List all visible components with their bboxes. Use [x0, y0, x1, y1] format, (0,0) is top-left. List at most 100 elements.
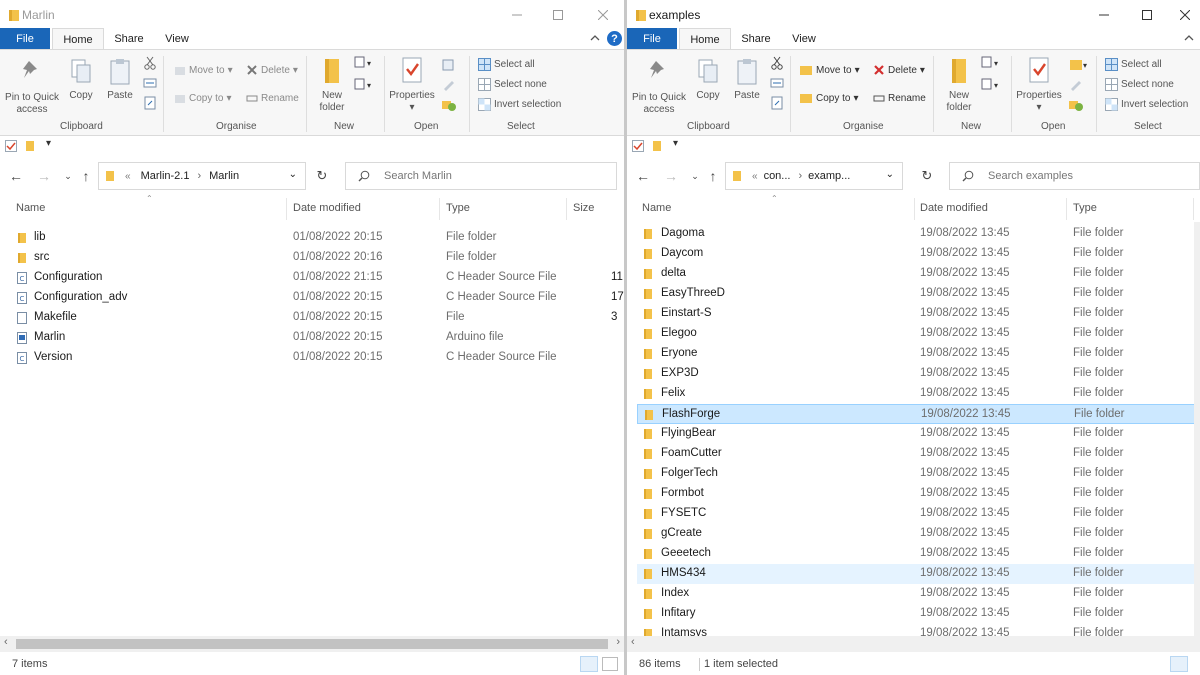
file-row[interactable]: EXP3D 19/08/2022 13:45 File folder	[637, 364, 1197, 384]
details-view-icon[interactable]	[580, 656, 598, 672]
file-row[interactable]: FoamCutter 19/08/2022 13:45 File folder	[637, 444, 1197, 464]
column-date-modified[interactable]: Date modified	[293, 202, 361, 214]
chevron-down-icon[interactable]: ⌄	[289, 169, 297, 180]
file-row[interactable]: C Configuration_adv 01/08/2022 20:15 C Head…	[0, 288, 624, 308]
chevron-up-icon[interactable]	[590, 33, 600, 43]
file-row[interactable]: gCreate 19/08/2022 13:45 File folder	[637, 524, 1197, 544]
recent-locations-icon[interactable]: ⌄	[687, 169, 703, 183]
scroll-left-icon[interactable]: ‹	[631, 636, 635, 648]
tab-file[interactable]: File	[627, 28, 677, 50]
breadcrumb-marlin-2-1[interactable]: Marlin-2.1	[141, 170, 190, 182]
copy-path-icon[interactable]	[143, 77, 157, 89]
rename-button[interactable]: Rename	[873, 92, 926, 104]
tab-share[interactable]: Share	[106, 28, 152, 50]
column-type[interactable]: Type	[1073, 202, 1097, 214]
pin-to-quick-access-button[interactable]: Pin to Quick access	[4, 58, 60, 116]
file-row[interactable]: src 01/08/2022 20:16 File folder	[0, 248, 624, 268]
history-icon[interactable]	[1068, 98, 1084, 112]
file-row[interactable]: FolgerTech 19/08/2022 13:45 File folder	[637, 464, 1197, 484]
file-row[interactable]: Intamsys 19/08/2022 13:45 File folder	[637, 624, 1197, 636]
chevron-up-icon[interactable]	[1184, 33, 1194, 43]
help-icon[interactable]: ?	[607, 31, 622, 46]
vertical-scrollbar[interactable]	[1194, 222, 1200, 636]
file-row[interactable]: Einstart-S 19/08/2022 13:45 File folder	[637, 304, 1197, 324]
pin-to-quick-access-button[interactable]: Pin to Quick access	[631, 58, 687, 116]
breadcrumb-examples[interactable]: examp...	[808, 170, 850, 182]
history-icon[interactable]	[441, 98, 457, 112]
copy-path-icon[interactable]	[770, 77, 784, 89]
tab-view[interactable]: View	[154, 28, 200, 50]
close-button[interactable]	[1168, 4, 1200, 26]
new-folder-small-icon[interactable]	[25, 140, 35, 152]
copy-button[interactable]: Copy	[64, 58, 98, 102]
address-overflow[interactable]: «	[125, 171, 131, 182]
file-row[interactable]: Index 19/08/2022 13:45 File folder	[637, 584, 1197, 604]
column-size[interactable]: Size	[573, 202, 594, 214]
scroll-right-icon[interactable]: ›	[616, 636, 620, 648]
file-row[interactable]: C Version 01/08/2022 20:15 C Header Source …	[0, 348, 624, 368]
refresh-icon[interactable]: ↻	[919, 168, 935, 183]
file-row[interactable]: Geeetech 19/08/2022 13:45 File folder	[637, 544, 1197, 564]
file-row[interactable]: Marlin 01/08/2022 20:15 Arduino file	[0, 328, 624, 348]
column-name[interactable]: Name	[642, 202, 671, 214]
file-row[interactable]: delta 19/08/2022 13:45 File folder	[637, 264, 1197, 284]
details-view-icon[interactable]	[1170, 656, 1188, 672]
properties-small-icon[interactable]	[632, 140, 644, 152]
copy-to-button[interactable]: Copy to ▾	[799, 92, 859, 104]
close-button[interactable]	[586, 4, 620, 26]
back-arrow-icon[interactable]: ←	[8, 168, 24, 184]
back-arrow-icon[interactable]: ←	[635, 168, 651, 184]
new-folder-button[interactable]: New folder	[941, 56, 977, 114]
file-row[interactable]: Makefile 01/08/2022 20:15 File 3	[0, 308, 624, 328]
delete-button[interactable]: Delete ▾	[246, 64, 298, 76]
open-icon[interactable]: ▾	[1068, 58, 1090, 72]
scrollbar-thumb[interactable]	[16, 639, 608, 649]
maximize-button[interactable]	[541, 4, 575, 26]
file-row[interactable]: Felix 19/08/2022 13:45 File folder	[637, 384, 1197, 404]
customize-toolbar-icon[interactable]: ▾	[46, 138, 51, 149]
open-icon[interactable]	[441, 58, 457, 72]
delete-button[interactable]: Delete ▾	[873, 64, 925, 76]
edit-icon[interactable]	[441, 78, 457, 92]
chevron-down-icon[interactable]: ⌄	[886, 169, 894, 180]
refresh-icon[interactable]: ↻	[314, 168, 330, 183]
file-row[interactable]: lib 01/08/2022 20:15 File folder	[0, 228, 624, 248]
breadcrumb-marlin[interactable]: Marlin	[209, 170, 239, 182]
file-row[interactable]: HMS434 19/08/2022 13:45 File folder	[637, 564, 1197, 584]
cut-icon[interactable]	[143, 56, 157, 70]
forward-arrow-icon[interactable]: →	[36, 168, 52, 184]
horizontal-scrollbar[interactable]: ‹	[627, 636, 1200, 652]
scroll-left-icon[interactable]: ‹	[4, 636, 8, 648]
column-name[interactable]: Name	[16, 202, 45, 214]
column-date-modified[interactable]: Date modified	[920, 202, 988, 214]
search-input[interactable]: Search examples	[949, 162, 1200, 190]
move-to-button[interactable]: Move to ▾	[174, 64, 233, 76]
properties-small-icon[interactable]	[5, 140, 17, 152]
horizontal-scrollbar[interactable]: ‹ ›	[0, 636, 624, 652]
forward-arrow-icon[interactable]: →	[663, 168, 679, 184]
file-row[interactable]: FlyingBear 19/08/2022 13:45 File folder	[637, 424, 1197, 444]
minimize-button[interactable]	[1087, 4, 1121, 26]
file-row[interactable]: EasyThreeD 19/08/2022 13:45 File folder	[637, 284, 1197, 304]
address-bar[interactable]: « Marlin-2.1 › Marlin ⌄	[98, 162, 306, 190]
file-row[interactable]: FlashForge 19/08/2022 13:45 File folder	[637, 404, 1197, 424]
minimize-button[interactable]	[500, 4, 534, 26]
address-bar[interactable]: « con... › examp... ⌄	[725, 162, 903, 190]
search-input[interactable]: Search Marlin	[345, 162, 617, 190]
address-overflow[interactable]: «	[752, 171, 758, 182]
column-type[interactable]: Type	[446, 202, 470, 214]
select-all-button[interactable]: Select all	[478, 58, 535, 71]
select-none-button[interactable]: Select none	[478, 78, 547, 91]
tab-home[interactable]: Home	[52, 28, 104, 50]
file-row[interactable]: Elegoo 19/08/2022 13:45 File folder	[637, 324, 1197, 344]
easy-access-icon[interactable]: ▾	[981, 78, 1003, 92]
file-row[interactable]: FYSETC 19/08/2022 13:45 File folder	[637, 504, 1197, 524]
paste-button[interactable]: Paste	[731, 58, 763, 102]
customize-toolbar-icon[interactable]: ▾	[673, 138, 678, 149]
file-row[interactable]: Eryone 19/08/2022 13:45 File folder	[637, 344, 1197, 364]
select-none-button[interactable]: Select none	[1105, 78, 1174, 91]
move-to-button[interactable]: Move to ▾	[799, 64, 860, 76]
tab-file[interactable]: File	[0, 28, 50, 50]
up-arrow-icon[interactable]: ↑	[78, 168, 94, 184]
new-item-icon[interactable]: ▾	[354, 56, 376, 70]
